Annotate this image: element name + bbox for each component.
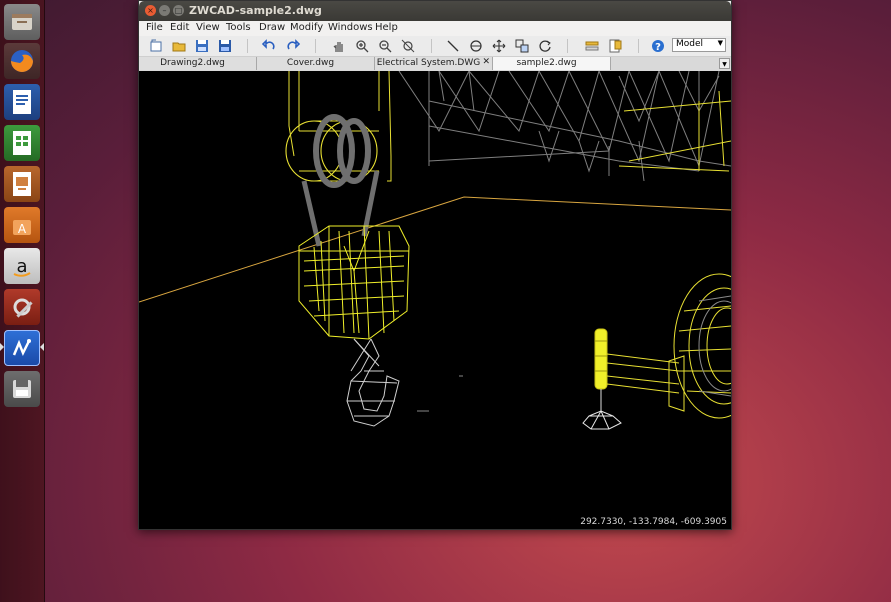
toolbar-separator <box>638 39 639 53</box>
toolbar-separator <box>247 39 248 53</box>
tab-electrical-system[interactable]: Electrical System.DWG ✕ <box>375 57 493 70</box>
redo-icon[interactable] <box>285 38 301 54</box>
files-icon[interactable] <box>4 4 40 40</box>
zwcad-window: × – □ ZWCAD-sample2.dwg File Edit View T… <box>138 0 732 530</box>
svg-text:a: a <box>16 256 27 277</box>
impress-icon[interactable] <box>4 166 40 202</box>
copy-icon[interactable] <box>514 38 530 54</box>
minimize-icon: – <box>162 6 167 15</box>
launcher-active-pip-icon <box>0 343 4 351</box>
crane-girder-wireframe <box>398 71 731 182</box>
properties-icon[interactable] <box>607 38 623 54</box>
motor-wireframe <box>668 273 731 419</box>
new-icon[interactable] <box>148 38 164 54</box>
lever-wireframe <box>582 328 622 430</box>
system-settings-icon[interactable] <box>4 289 40 325</box>
svg-text:?: ? <box>655 42 661 53</box>
hook-wireframe <box>346 338 400 427</box>
save-drive-icon[interactable] <box>4 371 40 407</box>
document-tab-bar: Drawing2.dwg Cover.dwg Electrical System… <box>139 57 731 72</box>
close-button[interactable]: × <box>145 5 156 16</box>
drive-shaft-wireframe <box>606 353 680 394</box>
calc-icon[interactable] <box>4 125 40 161</box>
toolbar-separator <box>567 39 568 53</box>
cad-drawing <box>139 71 731 430</box>
help-icon[interactable]: ? <box>650 38 666 54</box>
floor-edge-line <box>139 196 731 303</box>
firefox-icon[interactable] <box>4 43 40 79</box>
hook-block-wireframe <box>298 225 410 340</box>
toolbar-separator <box>315 39 316 53</box>
svg-text:A: A <box>18 222 27 236</box>
line-icon[interactable] <box>445 38 461 54</box>
menu-help[interactable]: Help <box>375 22 398 33</box>
menu-tools[interactable]: Tools <box>226 22 251 33</box>
tab-label: Drawing2.dwg <box>160 58 225 68</box>
toolbar: ? Model ▼ <box>139 36 731 57</box>
undo-icon[interactable] <box>261 38 277 54</box>
minimize-button[interactable]: – <box>159 5 170 16</box>
menu-file[interactable]: File <box>146 22 163 33</box>
maximize-icon: □ <box>174 6 183 15</box>
menu-modify[interactable]: Modify <box>290 22 323 33</box>
menu-bar: File Edit View Tools Draw Modify Windows… <box>139 21 731 36</box>
tab-drawing2[interactable]: Drawing2.dwg <box>139 57 257 70</box>
menu-windows[interactable]: Windows <box>328 22 373 33</box>
circle-icon[interactable] <box>468 38 484 54</box>
move-icon[interactable] <box>491 38 507 54</box>
drawing-canvas[interactable]: 292.7330, -133.7984, -609.3905 <box>139 71 731 529</box>
coordinate-readout: 292.7330, -133.7984, -609.3905 <box>580 517 727 527</box>
tab-cover[interactable]: Cover.dwg <box>257 57 375 70</box>
amazon-icon[interactable]: a <box>4 248 40 284</box>
software-center-icon[interactable]: A <box>4 207 40 243</box>
save-icon[interactable] <box>194 38 210 54</box>
launcher-focus-arrow-icon <box>40 343 44 351</box>
pan-icon[interactable] <box>331 38 347 54</box>
window-title: ZWCAD-sample2.dwg <box>189 4 322 17</box>
zoom-in-icon[interactable] <box>354 38 370 54</box>
rotate-icon[interactable] <box>537 38 553 54</box>
menu-draw[interactable]: Draw <box>259 22 285 33</box>
tab-label: Electrical System.DWG <box>376 58 481 68</box>
tab-label: sample2.dwg <box>516 58 577 68</box>
close-icon: × <box>147 6 154 15</box>
crane-girder-yellow-wireframe <box>288 71 731 182</box>
saveas-icon[interactable] <box>217 38 233 54</box>
chevron-down-icon: ▼ <box>717 39 723 47</box>
tab-close-icon[interactable]: ✕ <box>482 57 490 67</box>
maximize-button[interactable]: □ <box>173 5 184 16</box>
toolbar-separator <box>431 39 432 53</box>
zoom-out-icon[interactable] <box>377 38 393 54</box>
motor-gray-wireframe <box>698 295 731 397</box>
model-select[interactable]: Model ▼ <box>672 38 726 52</box>
unity-launcher: A a <box>0 0 45 602</box>
writer-icon[interactable] <box>4 84 40 120</box>
zwcad-icon[interactable] <box>4 330 40 366</box>
pulley-gray-rings <box>313 114 371 188</box>
tab-list-dropdown-icon[interactable]: ▼ <box>719 58 730 69</box>
menu-view[interactable]: View <box>196 22 220 33</box>
tab-sample2[interactable]: sample2.dwg <box>493 57 611 70</box>
titlebar[interactable]: × – □ ZWCAD-sample2.dwg <box>139 1 731 21</box>
model-select-value: Model <box>676 39 704 49</box>
menu-edit[interactable]: Edit <box>170 22 189 33</box>
zoom-window-icon[interactable] <box>400 38 416 54</box>
open-icon[interactable] <box>171 38 187 54</box>
tab-label: Cover.dwg <box>286 58 335 68</box>
layer-icon[interactable] <box>584 38 600 54</box>
